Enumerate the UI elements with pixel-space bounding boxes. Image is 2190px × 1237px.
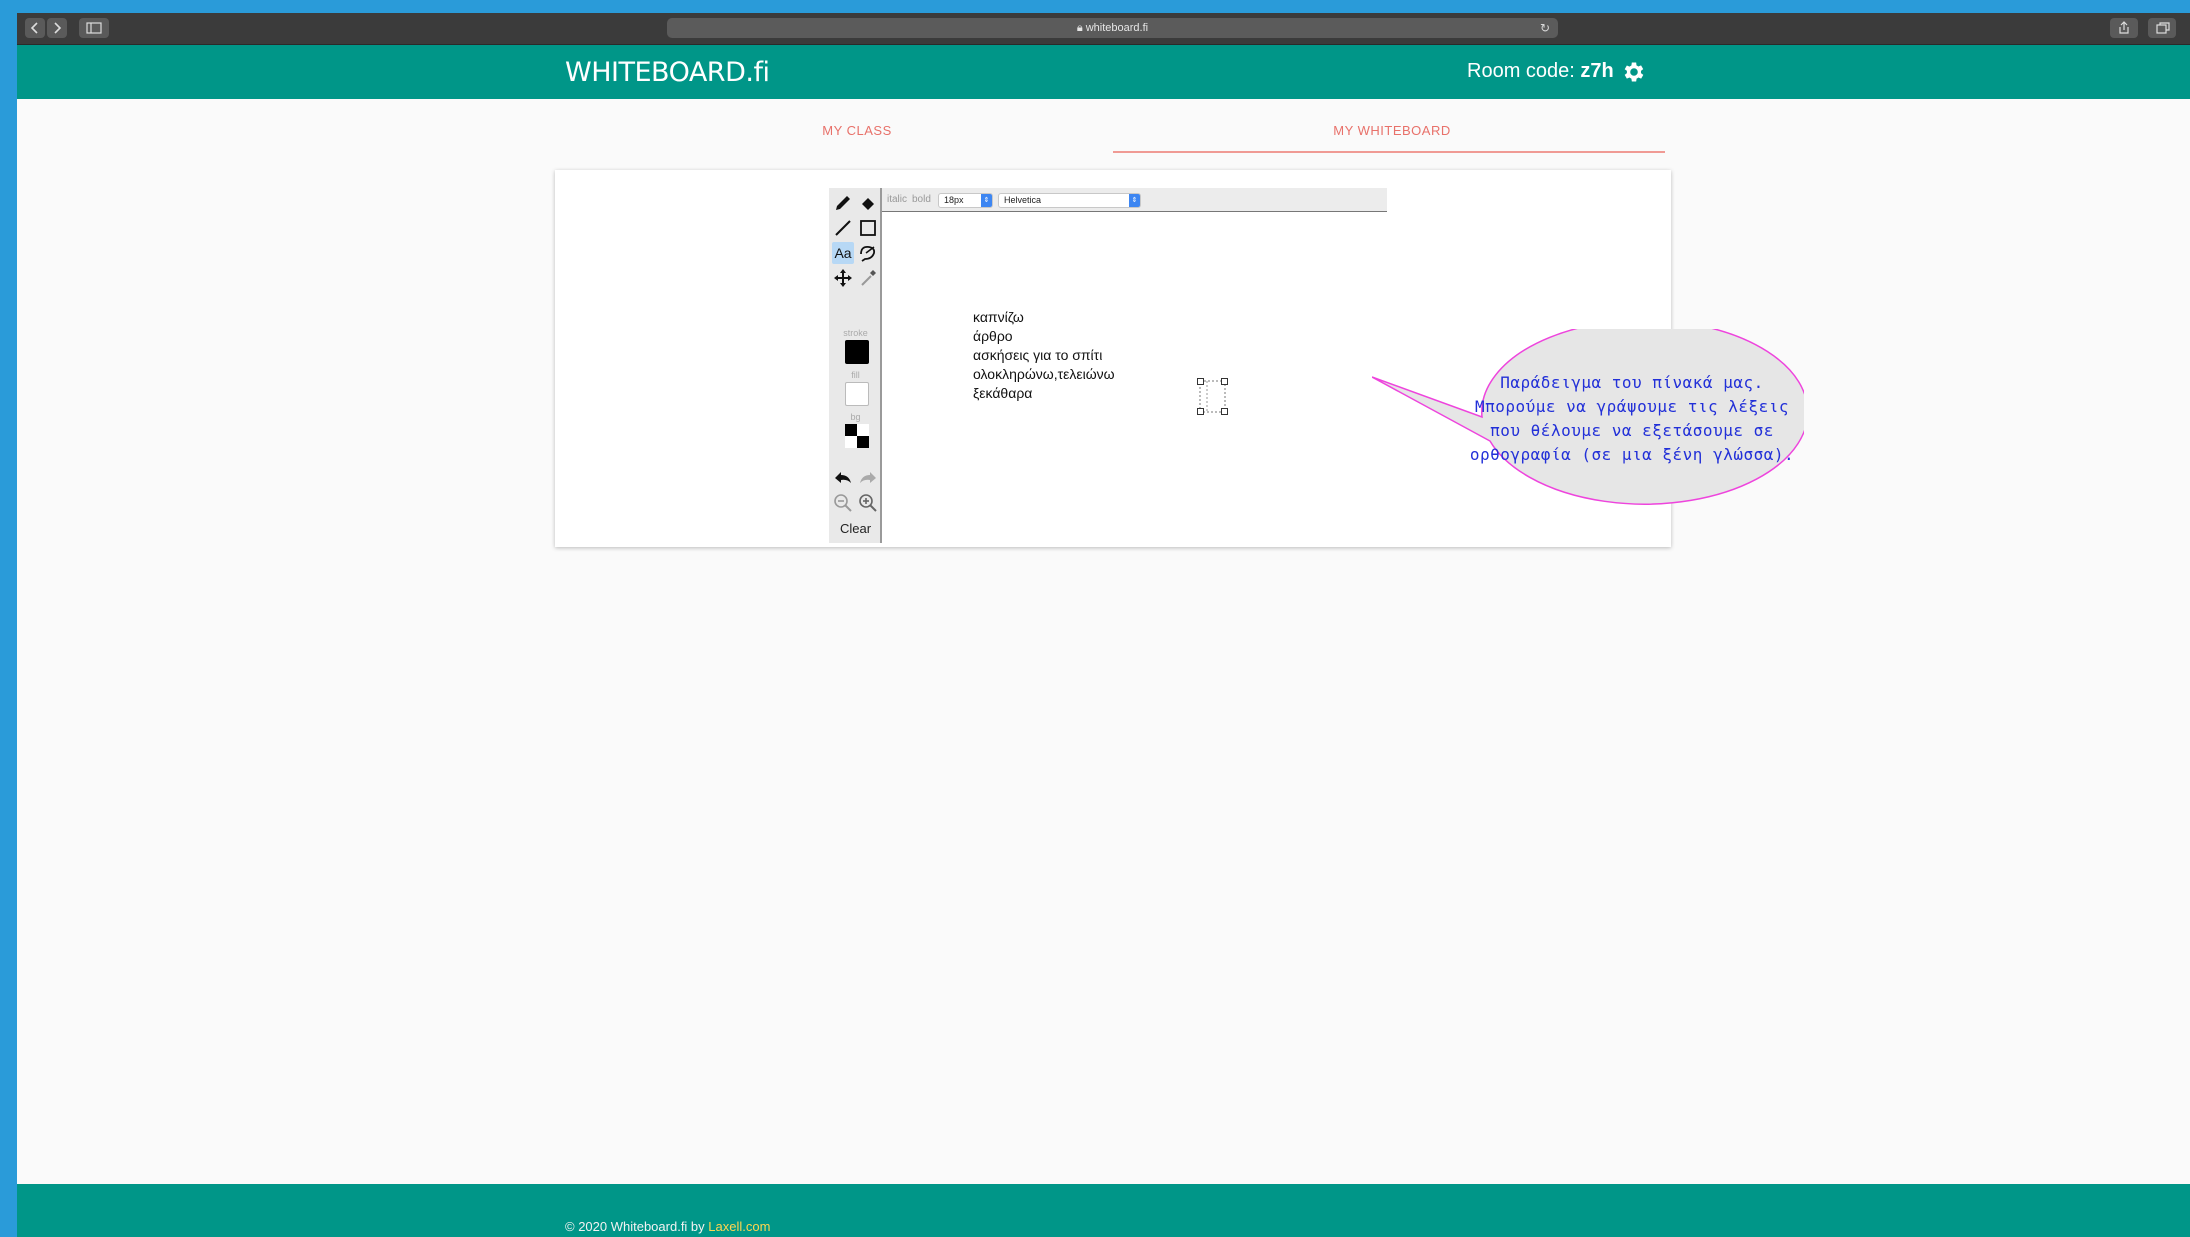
canvas-line: ασκήσεις για το σπίτι xyxy=(973,347,1103,363)
app-header: WHITEBOARD.fi Room code: z7h xyxy=(17,45,2190,99)
move-tool[interactable] xyxy=(832,267,854,289)
lasso-icon xyxy=(860,245,876,262)
browser-toolbar: 🔒︎ whiteboard.fi ↻ xyxy=(17,13,2190,45)
line-icon xyxy=(835,220,851,236)
stroke-color-swatch[interactable] xyxy=(845,340,869,364)
font-size-value: 18px xyxy=(944,195,964,205)
gear-icon[interactable] xyxy=(1621,59,1647,85)
room-code: Room code: z7h xyxy=(1467,60,1614,83)
tool-panel: Aa stroke fill bg Clear xyxy=(829,188,882,543)
address-bar[interactable]: 🔒︎ whiteboard.fi ↻ xyxy=(667,18,1558,38)
logo[interactable]: WHITEBOARD.fi xyxy=(565,57,770,88)
url-text: whiteboard.fi xyxy=(1085,22,1149,34)
copyright-text: © 2020 Whiteboard.fi by xyxy=(565,1219,709,1234)
active-tab-indicator xyxy=(1113,151,1665,153)
share-button[interactable] xyxy=(2110,18,2138,38)
fill-color-swatch[interactable] xyxy=(845,382,869,406)
callout-line: Παράδειγμα του πίνακά μας. xyxy=(1500,373,1764,392)
page-footer: © 2020 Whiteboard.fi by Laxell.com xyxy=(17,1184,2190,1237)
select-arrow-icon: ⇕ xyxy=(1129,194,1140,207)
room-code-value: z7h xyxy=(1580,60,1614,82)
undo-icon xyxy=(835,472,851,483)
stroke-label: stroke xyxy=(843,328,868,338)
zoom-in-button[interactable] xyxy=(857,492,879,514)
move-icon xyxy=(834,269,852,287)
checker-icon xyxy=(845,424,869,448)
bg-label: bg xyxy=(850,412,861,422)
room-code-label: Room code: xyxy=(1467,60,1581,82)
redo-icon xyxy=(860,472,876,483)
text-tool[interactable]: Aa xyxy=(832,242,854,264)
tabs-overview-button[interactable] xyxy=(2148,18,2176,38)
clear-button[interactable]: Clear xyxy=(829,521,882,536)
eraser-tool[interactable] xyxy=(857,192,879,214)
polygon-tool[interactable] xyxy=(857,242,879,264)
fill-label: fill xyxy=(851,370,860,380)
callout-line: Μπορούμε να γράψουμε τις λέξεις xyxy=(1474,397,1790,416)
zoom-out-button[interactable] xyxy=(832,492,854,514)
tab-my-class[interactable]: MY CLASS xyxy=(782,123,932,138)
redo-button[interactable] xyxy=(857,467,879,489)
pencil-tool[interactable] xyxy=(832,192,854,214)
zoom-in-icon xyxy=(859,494,877,512)
font-size-select[interactable]: 18px ⇕ xyxy=(938,193,993,208)
chevron-left-icon xyxy=(30,22,38,34)
eraser-icon xyxy=(862,198,874,210)
zoom-out-icon xyxy=(834,494,852,512)
laxell-link[interactable]: Laxell.com xyxy=(708,1219,770,1234)
canvas-text[interactable]: καπνίζω άρθρο ασκήσεις για το σπίτι ολοκ… xyxy=(973,308,1115,403)
sidebar-toggle-button[interactable] xyxy=(79,18,109,38)
forward-button[interactable] xyxy=(47,18,67,38)
callout-line: ορθογραφία (σε μια ξένη γλώσσα). xyxy=(1469,445,1795,464)
sidebar-icon xyxy=(86,22,102,34)
reload-icon[interactable]: ↻ xyxy=(1540,18,1550,38)
share-icon xyxy=(2119,21,2129,34)
font-family-value: Helvetica xyxy=(1004,195,1042,205)
line-tool[interactable] xyxy=(832,217,854,239)
chevron-right-icon xyxy=(54,22,62,34)
text-options-bar: italic bold 18px ⇕ Helvetica ⇕ xyxy=(882,188,1387,212)
callout-line: που θέλουμε να εξετάσουμε σε xyxy=(1490,421,1774,440)
canvas-line: ολοκληρώνω,τελειώνω xyxy=(973,366,1115,382)
eyedropper-tool[interactable] xyxy=(857,267,879,289)
font-family-select[interactable]: Helvetica ⇕ xyxy=(998,193,1141,208)
canvas-line: άρθρο xyxy=(973,328,1013,344)
canvas-line: ξεκάθαρα xyxy=(973,385,1033,401)
bold-toggle[interactable]: bold xyxy=(912,194,931,205)
callout-text: Παράδειγμα του πίνακά μας. Μπορούμε να γ… xyxy=(1462,371,1802,467)
eyedropper-icon xyxy=(861,270,876,286)
pencil-icon xyxy=(836,196,850,210)
canvas-line: καπνίζω xyxy=(973,309,1024,325)
bg-color-swatch[interactable] xyxy=(845,424,869,448)
select-arrow-icon: ⇕ xyxy=(981,194,992,207)
back-button[interactable] xyxy=(25,18,45,38)
rectangle-icon xyxy=(860,220,876,236)
rectangle-tool[interactable] xyxy=(857,217,879,239)
browser-window: 🔒︎ whiteboard.fi ↻ WHITEBOARD.fi Room cod… xyxy=(17,13,2190,1237)
undo-button[interactable] xyxy=(832,467,854,489)
tab-my-whiteboard[interactable]: MY WHITEBOARD xyxy=(1317,123,1467,138)
italic-toggle[interactable]: italic xyxy=(887,194,907,205)
text-selection-box[interactable] xyxy=(1197,378,1228,415)
footer-copyright: © 2020 Whiteboard.fi by Laxell.com xyxy=(565,1219,770,1234)
lock-icon: 🔒︎ xyxy=(1076,22,1083,34)
tabs-icon xyxy=(2156,22,2170,34)
